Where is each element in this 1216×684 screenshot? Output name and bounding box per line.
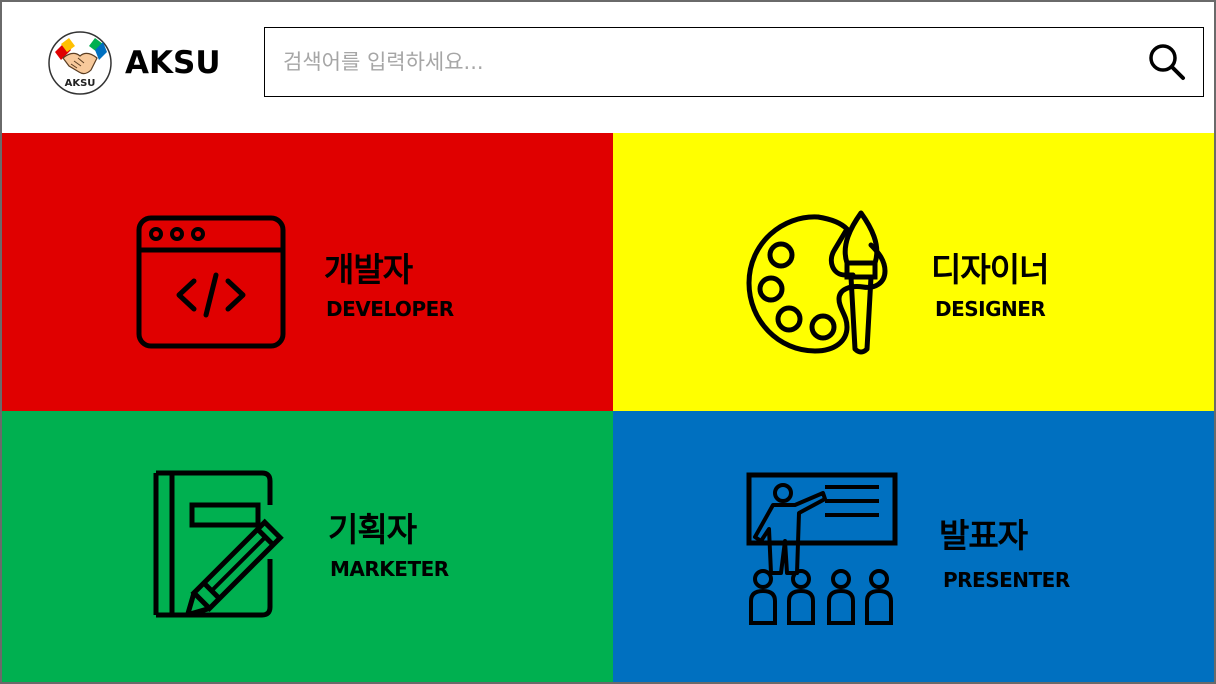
tile-designer-subtitle: DESIGNER (935, 297, 1046, 321)
tile-marketer-subtitle: MARKETER (330, 557, 449, 581)
tile-presenter[interactable]: 발표자 PRESENTER (613, 411, 1214, 682)
tile-developer[interactable]: 개발자 DEVELOPER (2, 133, 613, 411)
tile-marketer-title: 기획자 (328, 510, 417, 549)
tile-designer-title: 디자이너 (931, 250, 1049, 289)
tile-marketer[interactable]: 기획자 MARKETER (2, 411, 613, 682)
presentation-audience-icon (746, 472, 898, 625)
search-input[interactable] (283, 28, 1133, 95)
notebook-pencil-icon (153, 470, 284, 618)
handshake-icon: AKSU (48, 31, 112, 95)
code-window-icon (136, 215, 286, 349)
search-bar (264, 27, 1204, 97)
tile-designer[interactable]: 디자이너 DESIGNER (613, 133, 1214, 411)
search-icon[interactable] (1145, 40, 1189, 84)
header: AKSU AKSU (2, 2, 1214, 132)
tile-developer-subtitle: DEVELOPER (326, 297, 454, 321)
tile-presenter-title: 발표자 (939, 516, 1028, 555)
palette-brush-icon (746, 210, 888, 355)
logo[interactable]: AKSU AKSU (47, 30, 221, 96)
brand-name: AKSU (125, 45, 221, 81)
tile-presenter-subtitle: PRESENTER (943, 568, 1070, 592)
app-frame: AKSU AKSU 개발자 DEVELOPER (0, 0, 1216, 684)
tile-developer-title: 개발자 (324, 250, 413, 289)
svg-text:AKSU: AKSU (65, 78, 96, 89)
